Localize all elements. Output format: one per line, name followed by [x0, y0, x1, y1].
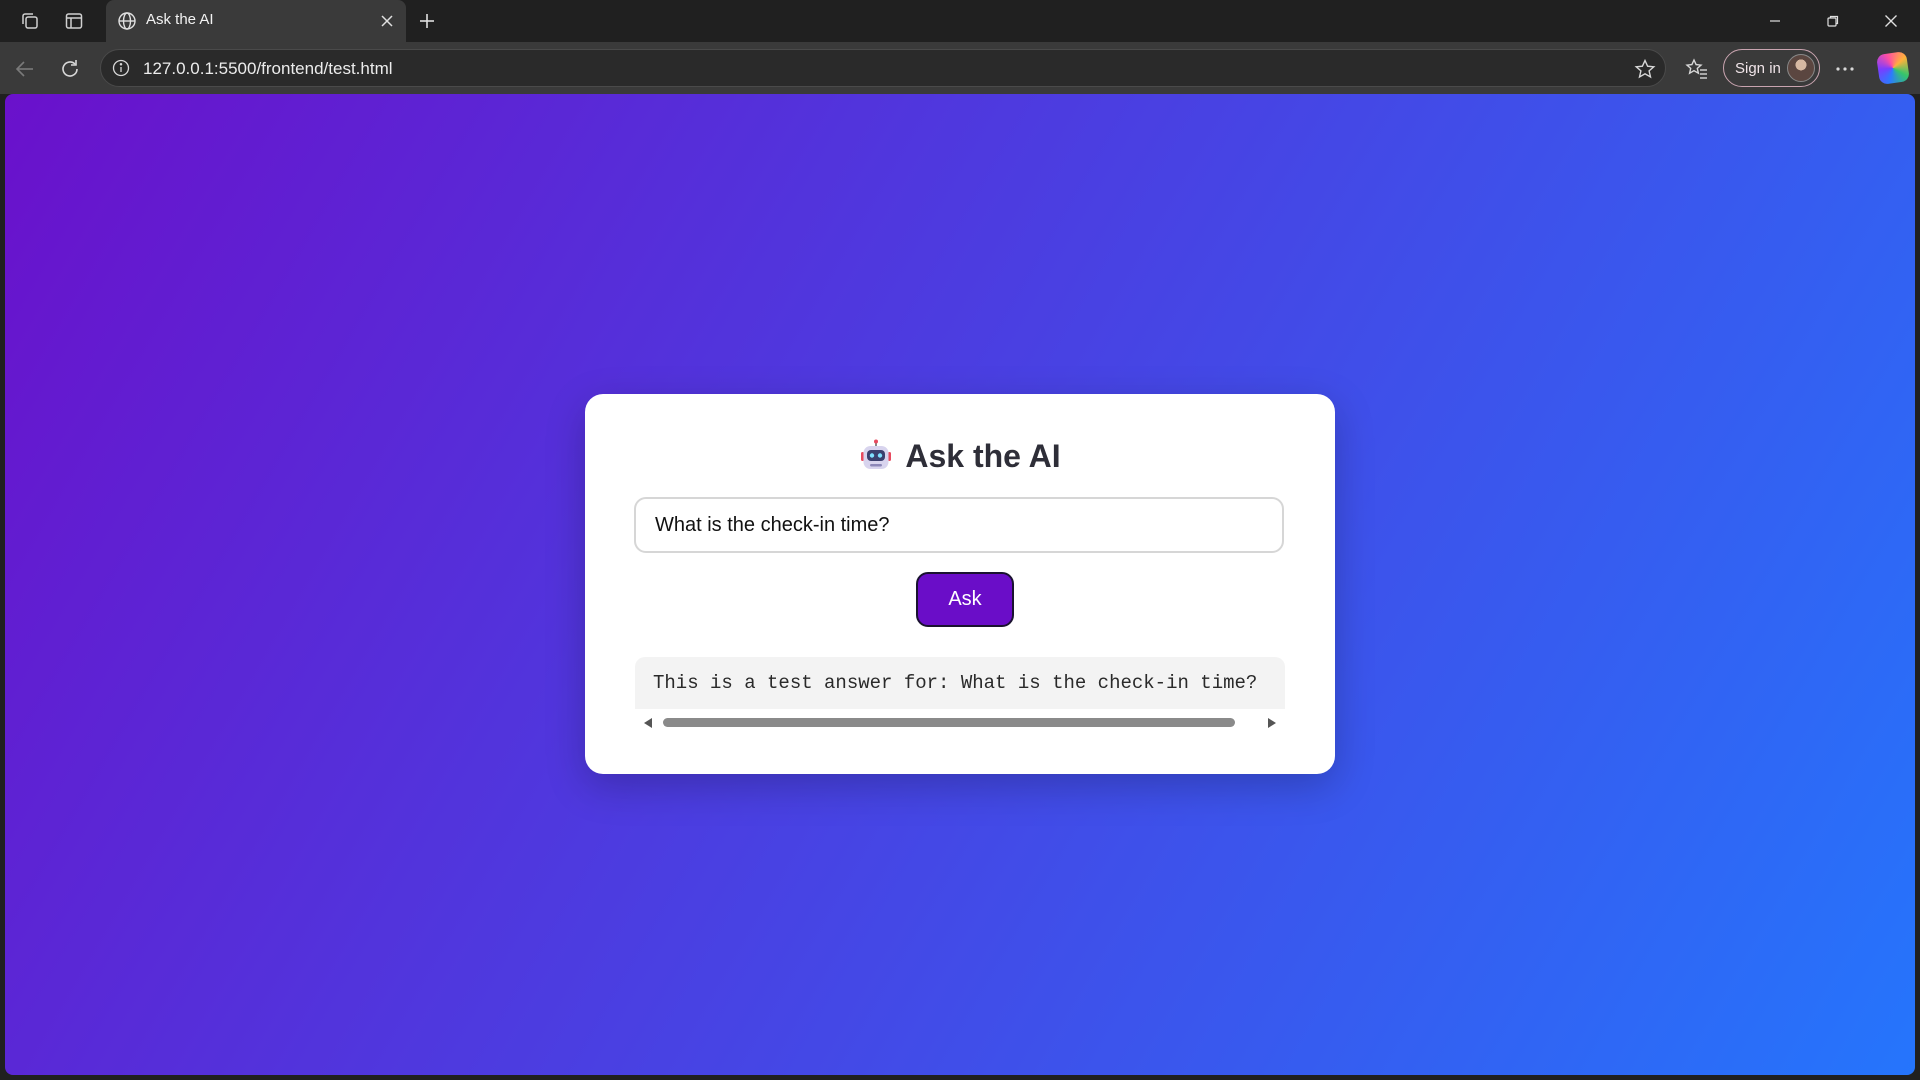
close-tab-icon[interactable] — [376, 10, 398, 32]
favorite-star-icon[interactable] — [1633, 57, 1657, 81]
tab-title: Ask the AI — [146, 11, 214, 28]
copilot-icon[interactable] — [1876, 51, 1910, 85]
refresh-icon[interactable] — [55, 54, 85, 84]
close-window-icon[interactable] — [1862, 0, 1920, 42]
ask-ai-card: Ask the AI Ask This is a test answer for… — [585, 394, 1335, 774]
browser-toolbar: 127.0.0.1:5500/frontend/test.html Sign i… — [0, 42, 1920, 94]
page-title: Ask the AI — [585, 434, 1335, 478]
answer-horizontal-scrollbar[interactable] — [635, 713, 1285, 731]
robot-icon — [859, 439, 893, 473]
back-arrow-icon[interactable] — [10, 54, 40, 84]
workspaces-icon[interactable] — [18, 9, 42, 33]
globe-icon — [116, 10, 138, 32]
question-input[interactable] — [634, 497, 1284, 553]
scroll-left-arrow-icon[interactable] — [641, 716, 655, 730]
answer-text: This is a test answer for: What is the c… — [653, 672, 1258, 694]
favorites-icon[interactable] — [1682, 54, 1712, 84]
title-text: Ask the AI — [905, 437, 1061, 474]
restore-icon[interactable] — [1804, 0, 1862, 42]
browser-title-bar: Ask the AI — [0, 0, 1920, 42]
answer-box: This is a test answer for: What is the c… — [635, 657, 1285, 709]
sign-in-button[interactable]: Sign in — [1723, 49, 1820, 87]
site-info-icon[interactable] — [111, 58, 131, 78]
scrollbar-thumb[interactable] — [663, 718, 1235, 727]
address-bar[interactable]: 127.0.0.1:5500/frontend/test.html — [100, 49, 1666, 87]
scroll-right-arrow-icon[interactable] — [1265, 716, 1279, 730]
avatar — [1787, 54, 1815, 82]
browser-tab-active[interactable]: Ask the AI — [106, 0, 406, 42]
sign-in-label: Sign in — [1735, 60, 1781, 77]
address-url[interactable]: 127.0.0.1:5500/frontend/test.html — [143, 59, 393, 79]
more-options-icon[interactable] — [1830, 54, 1860, 84]
minimize-icon[interactable] — [1746, 0, 1804, 42]
new-tab-icon[interactable] — [414, 8, 440, 34]
ask-button[interactable]: Ask — [916, 572, 1014, 627]
page-viewport: Ask the AI Ask This is a test answer for… — [5, 94, 1915, 1075]
vertical-tabs-icon[interactable] — [62, 9, 86, 33]
